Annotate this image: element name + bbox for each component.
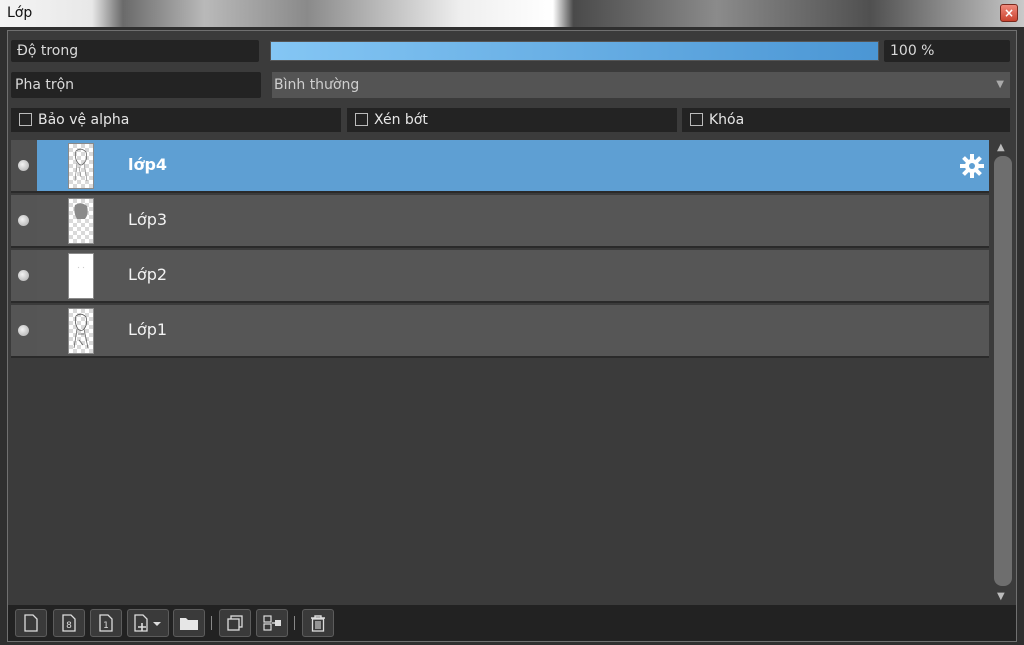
delete-layer-button[interactable]: [302, 609, 334, 637]
layer-row[interactable]: Lớp3: [11, 195, 989, 248]
scroll-up-icon[interactable]: ▲: [997, 142, 1005, 153]
new-1bit-layer-icon: 1: [99, 614, 113, 632]
checkbox-icon: [690, 112, 703, 126]
opacity-label: Độ trong: [11, 40, 259, 62]
eye-icon: [18, 325, 29, 336]
merge-down-button[interactable]: [256, 609, 288, 637]
visibility-toggle[interactable]: [11, 140, 37, 191]
layer-thumbnail: [68, 253, 94, 299]
blend-mode-value: Bình thường: [274, 77, 360, 93]
layer-panel: Độ trong 100 % Pha trộn Bình thường ▼ Bả…: [7, 30, 1017, 642]
new-folder-button[interactable]: [173, 609, 205, 637]
protect-alpha-label: Bảo vệ alpha: [38, 112, 130, 128]
svg-text:8: 8: [66, 621, 72, 631]
folder-icon: [180, 618, 198, 630]
window-title: Lớp: [7, 5, 33, 21]
sketch-thumbnail-icon: [74, 148, 88, 182]
checkbox-icon: [19, 112, 32, 126]
new-layer-button[interactable]: [15, 609, 47, 637]
layer-thumbnail: [68, 143, 94, 189]
layer-thumbnail: [68, 198, 94, 244]
scroll-down-icon[interactable]: ▼: [997, 591, 1005, 602]
new-layer-icon: [24, 614, 38, 632]
window-titlebar[interactable]: Lớp ×: [0, 0, 1024, 27]
opacity-slider[interactable]: [270, 41, 879, 61]
new-8bit-layer-button[interactable]: 8: [53, 609, 85, 637]
visibility-toggle[interactable]: [11, 305, 37, 356]
trash-icon: [311, 615, 325, 632]
checkbox-icon: [355, 112, 368, 126]
clipping-label: Xén bớt: [374, 112, 428, 128]
visibility-toggle[interactable]: [11, 250, 37, 301]
visibility-toggle[interactable]: [11, 195, 37, 246]
lock-label: Khóa: [709, 112, 745, 128]
blend-mode-select[interactable]: Bình thường ▼: [272, 72, 1010, 98]
layer-name: Lớp2: [128, 265, 168, 284]
add-layer-dropdown-icon: [134, 614, 161, 632]
lock-checkbox[interactable]: Khóa: [682, 108, 1010, 132]
gear-icon[interactable]: [959, 153, 985, 179]
toolbar-separator: [211, 616, 212, 630]
close-icon: ×: [1003, 6, 1015, 20]
sketch-thumbnail-icon: [77, 266, 85, 269]
layer-row[interactable]: Lớp1: [11, 305, 989, 358]
scrollbar-thumb[interactable]: [994, 156, 1012, 586]
add-layer-dropdown-button[interactable]: [127, 609, 169, 637]
opacity-slider-fill: [271, 42, 878, 60]
toolbar-separator: [294, 616, 295, 630]
layer-row[interactable]: Lớp2: [11, 250, 989, 303]
layer-name: lớp4: [128, 155, 168, 174]
layer-list: lớp4 Lớp3 Lớp2 Lớp1: [11, 140, 989, 606]
layer-thumbnail: [68, 308, 94, 354]
opacity-value[interactable]: 100 %: [884, 40, 1010, 62]
duplicate-icon: [227, 615, 243, 631]
layer-name: Lớp1: [128, 320, 168, 339]
clipping-checkbox[interactable]: Xén bớt: [347, 108, 677, 132]
chevron-down-icon: ▼: [996, 79, 1004, 90]
svg-text:1: 1: [103, 621, 109, 631]
layer-list-scrollbar[interactable]: ▲ ▼: [991, 140, 1013, 604]
close-button[interactable]: ×: [1000, 4, 1018, 22]
eye-icon: [18, 215, 29, 226]
eye-icon: [18, 270, 29, 281]
sketch-thumbnail-icon: [74, 203, 88, 219]
merge-down-icon: [263, 615, 281, 631]
blend-label: Pha trộn: [11, 72, 261, 98]
eye-icon: [18, 160, 29, 171]
new-1bit-layer-button[interactable]: 1: [90, 609, 122, 637]
layer-row[interactable]: lớp4: [11, 140, 989, 193]
layer-toolbar: 8 1: [8, 605, 1016, 641]
sketch-thumbnail-icon: [73, 313, 89, 349]
duplicate-layer-button[interactable]: [219, 609, 251, 637]
layer-name: Lớp3: [128, 210, 168, 229]
protect-alpha-checkbox[interactable]: Bảo vệ alpha: [11, 108, 341, 132]
new-8bit-layer-icon: 8: [62, 614, 76, 632]
